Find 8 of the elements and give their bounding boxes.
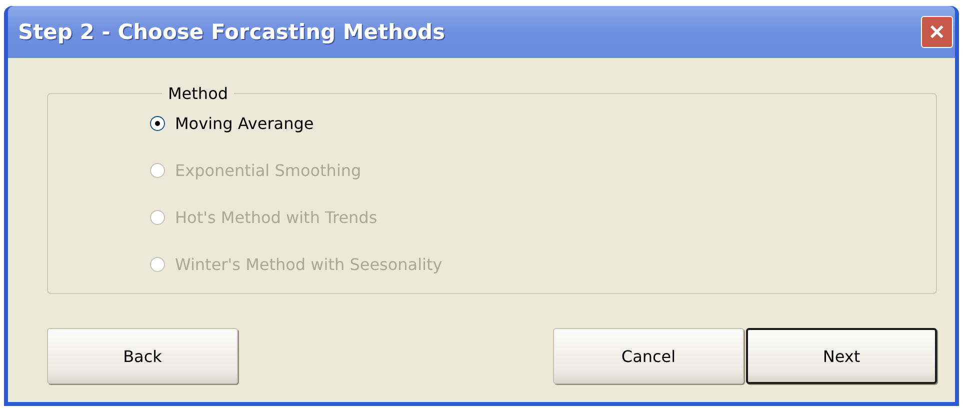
radio-button[interactable] (150, 116, 165, 131)
radio-option[interactable]: Moving Averange (150, 107, 936, 140)
next-button[interactable]: Next (746, 328, 937, 384)
back-button[interactable]: Back (47, 328, 238, 384)
cancel-button[interactable]: Cancel (553, 328, 744, 384)
group-label: Method (167, 84, 230, 103)
window-title: Step 2 - Choose Forcasting Methods (18, 20, 445, 44)
close-button[interactable]: ✕ (921, 16, 953, 48)
